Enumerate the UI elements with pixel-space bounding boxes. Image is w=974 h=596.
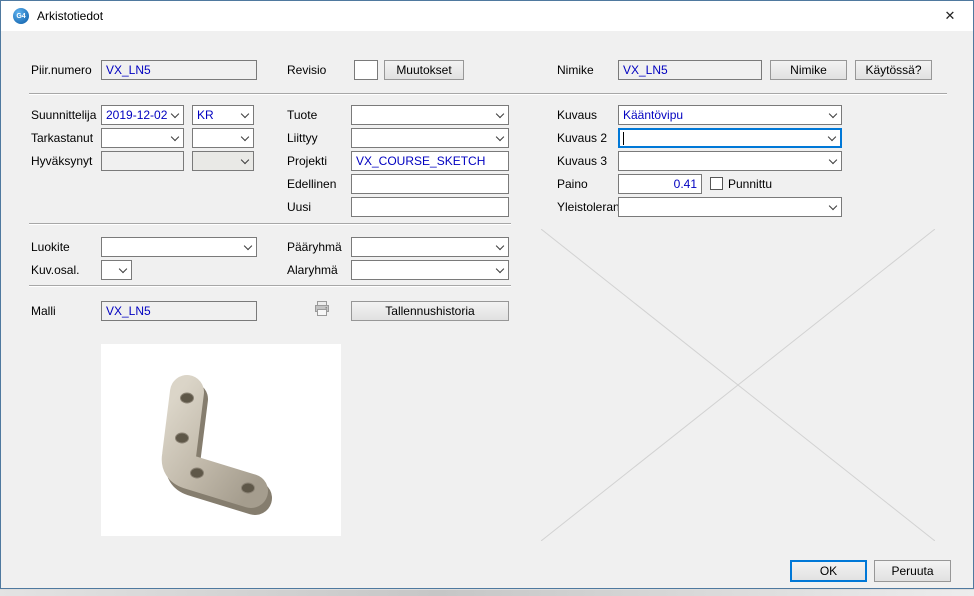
chevron-down-icon[interactable] (236, 152, 253, 170)
chevron-down-icon[interactable] (824, 152, 841, 170)
tuote-combo[interactable] (351, 105, 509, 125)
paaryhma-combo[interactable] (351, 237, 509, 257)
chevron-down-icon[interactable] (824, 198, 841, 216)
hyvaksynyt-date-field[interactable] (101, 151, 184, 171)
liittyy-combo[interactable] (351, 128, 509, 148)
chevron-down-icon[interactable] (236, 129, 253, 147)
hyvaksynyt-label: Hyväksynyt (31, 151, 92, 171)
kuvaus2-label: Kuvaus 2 (557, 128, 607, 148)
background-strip (0, 590, 974, 596)
empty-preview-placeholder (541, 229, 935, 541)
text-caret (623, 132, 624, 145)
tuote-label: Tuote (287, 105, 317, 125)
paino-field[interactable]: 0.41 (618, 174, 702, 194)
chevron-down-icon[interactable] (236, 106, 253, 124)
suunnittelija-label: Suunnittelija (31, 105, 96, 125)
piir-numero-field[interactable]: VX_LN5 (101, 60, 257, 80)
suunnittelija-initials-combo[interactable]: KR (192, 105, 254, 125)
chevron-down-icon[interactable] (166, 106, 183, 124)
chevron-down-icon[interactable] (166, 129, 183, 147)
close-icon[interactable]: ✕ (927, 1, 973, 31)
app-icon: G4 (13, 8, 29, 24)
nimike-value: VX_LN5 (623, 63, 668, 77)
yleistoleranssi-combo[interactable] (618, 197, 842, 217)
chevron-down-icon[interactable] (491, 106, 508, 124)
tarkastanut-label: Tarkastanut (31, 128, 93, 148)
edellinen-field[interactable] (351, 174, 509, 194)
kaytossa-button[interactable]: Käytössä? (855, 60, 932, 80)
kuvaus-combo[interactable]: Kääntövipu (618, 105, 842, 125)
separator-bottom (29, 285, 511, 287)
nimike-label: Nimike (557, 60, 594, 80)
kuvaus3-label: Kuvaus 3 (557, 151, 607, 171)
alaryhma-combo[interactable] (351, 260, 509, 280)
printer-icon[interactable] (313, 300, 331, 321)
chevron-down-icon[interactable] (491, 261, 508, 279)
titlebar[interactable]: G4 Arkistotiedot ✕ (1, 1, 973, 31)
punnittu-checkbox[interactable] (710, 177, 723, 190)
kuv-osal-label: Kuv.osal. (31, 260, 79, 280)
suunnittelija-date-value: 2019-12-02 (106, 108, 167, 122)
chevron-down-icon[interactable] (491, 238, 508, 256)
suunnittelija-date-combo[interactable]: 2019-12-02 (101, 105, 184, 125)
alaryhma-label: Alaryhmä (287, 260, 338, 280)
revisio-field[interactable] (354, 60, 378, 80)
chevron-down-icon[interactable] (491, 129, 508, 147)
bracket-part-drawing (101, 344, 341, 536)
kuv-osal-combo[interactable] (101, 260, 132, 280)
luokite-combo[interactable] (101, 237, 257, 257)
projekti-value: VX_COURSE_SKETCH (356, 154, 485, 168)
kuvaus-label: Kuvaus (557, 105, 597, 125)
punnittu-label: Punnittu (728, 174, 772, 194)
piir-numero-value: VX_LN5 (106, 63, 151, 77)
paaryhma-label: Pääryhmä (287, 237, 342, 257)
window-title: Arkistotiedot (37, 1, 103, 31)
screen: G4 Arkistotiedot ✕ Piir.numero VX_LN5 Re… (0, 0, 974, 596)
projekti-field[interactable]: VX_COURSE_SKETCH (351, 151, 509, 171)
suunnittelija-initials-value: KR (197, 108, 214, 122)
kuvaus3-combo[interactable] (618, 151, 842, 171)
chevron-down-icon[interactable] (239, 238, 256, 256)
tallennushistoria-button[interactable]: Tallennushistoria (351, 301, 509, 321)
malli-value: VX_LN5 (106, 304, 151, 318)
separator-top (29, 93, 947, 95)
arkistotiedot-dialog: G4 Arkistotiedot ✕ Piir.numero VX_LN5 Re… (0, 0, 974, 589)
tarkastanut-date-combo[interactable] (101, 128, 184, 148)
separator-middle (29, 223, 511, 225)
nimike-field[interactable]: VX_LN5 (618, 60, 762, 80)
chevron-down-icon[interactable] (824, 106, 841, 124)
muutokset-button[interactable]: Muutokset (384, 60, 464, 80)
uusi-label: Uusi (287, 197, 311, 217)
model-preview-image (101, 344, 341, 536)
malli-field[interactable]: VX_LN5 (101, 301, 257, 321)
luokite-label: Luokite (31, 237, 70, 257)
edellinen-label: Edellinen (287, 174, 336, 194)
liittyy-label: Liittyy (287, 128, 318, 148)
hyvaksynyt-initials-combo[interactable] (192, 151, 254, 171)
projekti-label: Projekti (287, 151, 327, 171)
ok-button[interactable]: OK (790, 560, 867, 582)
kuvaus2-combo[interactable] (618, 128, 842, 148)
chevron-down-icon[interactable] (114, 261, 131, 279)
kuvaus-value: Kääntövipu (623, 108, 683, 122)
piir-numero-label: Piir.numero (31, 60, 92, 80)
uusi-field[interactable] (351, 197, 509, 217)
paino-value: 0.41 (674, 177, 697, 191)
revisio-label: Revisio (287, 60, 326, 80)
nimike-button[interactable]: Nimike (770, 60, 847, 80)
tarkastanut-initials-combo[interactable] (192, 128, 254, 148)
chevron-down-icon[interactable] (823, 130, 840, 146)
malli-label: Malli (31, 301, 56, 321)
paino-label: Paino (557, 174, 588, 194)
peruuta-button[interactable]: Peruuta (874, 560, 951, 582)
